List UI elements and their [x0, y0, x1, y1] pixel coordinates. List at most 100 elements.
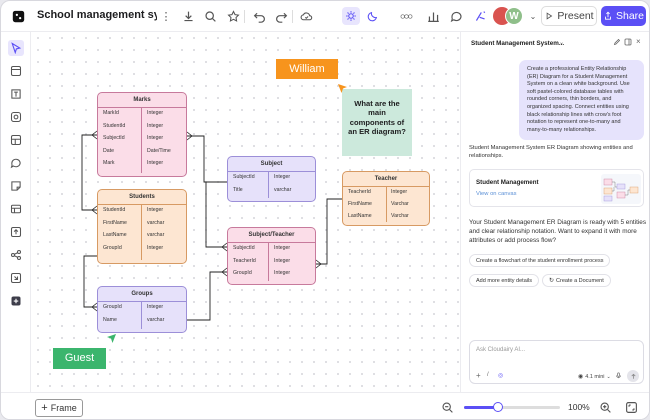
document-title[interactable]: School management sys... — [37, 9, 157, 21]
field-type: Integer — [274, 257, 291, 264]
model-icon: ◉ — [578, 374, 584, 380]
ai-tools-icon[interactable]: ◎ — [498, 372, 503, 379]
play-icon — [547, 12, 553, 20]
suggestion-chip[interactable]: Add more entity details — [469, 274, 539, 287]
table-row: GroupId Integer — [98, 242, 186, 255]
present-button[interactable]: Present — [541, 6, 597, 26]
entity-teacher[interactable]: Teacher TeacherId Integer FirstName Varcha… — [342, 171, 430, 226]
table-row: LastName varchar — [98, 229, 186, 242]
share-icon — [605, 11, 611, 20]
entity-title: Marks — [133, 97, 151, 103]
dark-theme-icon[interactable] — [364, 7, 382, 25]
plus-icon: + — [41, 402, 48, 414]
app-window: School management sys... ⋮ — [0, 0, 650, 420]
light-theme-icon[interactable] — [342, 7, 360, 25]
field-name: MarkId — [103, 110, 119, 116]
entity-marks[interactable]: Marks MarkId Integer StudentId Integer Sub… — [97, 92, 187, 177]
template-icon[interactable] — [8, 132, 24, 148]
table-row: LastName Varchar — [343, 210, 429, 222]
select-cursor-icon[interactable] — [8, 40, 24, 56]
ai-assistant-icon[interactable] — [472, 8, 488, 24]
model-selector[interactable]: ◉ 4.1 mini ⌄ — [578, 373, 611, 381]
field-name: Name — [103, 316, 117, 323]
zoom-in-icon[interactable] — [597, 399, 613, 415]
undo-icon[interactable] — [251, 8, 267, 24]
chat-input[interactable]: Ask Cloudairy AI... — [476, 347, 525, 353]
more-options-icon[interactable]: ⋮ — [158, 8, 174, 24]
chevron-down-icon[interactable]: ⌄ — [559, 39, 564, 46]
user-avatar[interactable]: W — [505, 7, 523, 25]
star-icon[interactable] — [225, 8, 241, 24]
cloud-sync-icon[interactable] — [298, 8, 314, 24]
collaboration-icon[interactable] — [394, 8, 418, 24]
text-box-icon[interactable] — [8, 86, 24, 102]
table-row: GroupId Integer — [228, 267, 315, 280]
microphone-icon[interactable] — [615, 372, 622, 381]
sidebar-toggle-icon[interactable] — [624, 38, 632, 48]
entity-subject[interactable]: Subject SubjectId Integer Title varchar — [227, 156, 316, 202]
table-row: Title varchar — [228, 184, 315, 197]
comment-icon[interactable] — [448, 8, 464, 24]
sticky-note[interactable]: What are the main components of an ER di… — [342, 89, 412, 156]
field-type: Integer — [147, 207, 164, 213]
zoom-slider-handle[interactable] — [492, 402, 503, 412]
suggestion-chip[interactable]: ↻ Create a Document — [542, 274, 611, 287]
embed-icon[interactable] — [8, 270, 24, 286]
collaborator-cursor-label: William — [276, 59, 338, 79]
field-type: varchar — [147, 232, 165, 238]
field-type: Integer — [147, 160, 164, 166]
frame-label: Frame — [50, 403, 77, 413]
sticky-note-icon[interactable] — [8, 178, 24, 194]
left-toolbar — [1, 32, 31, 392]
plus-icon[interactable]: + — [476, 371, 481, 380]
diagram-canvas[interactable]: Marks MarkId Integer StudentId Integer Sub… — [32, 32, 459, 392]
chat-bubble-icon[interactable] — [8, 155, 24, 171]
table-row: MarkId Integer — [98, 107, 186, 120]
entity-title: Groups — [131, 291, 153, 297]
diagram-card[interactable]: Student Management View on canvas — [469, 169, 644, 207]
entity-students[interactable]: Students StudentId Integer FirstName varch… — [97, 189, 187, 264]
add-frame-button[interactable]: + Frame — [35, 399, 83, 417]
view-on-canvas-link[interactable]: View on canvas — [476, 191, 517, 197]
zoom-out-icon[interactable] — [439, 399, 455, 415]
shape-tool-icon[interactable] — [8, 109, 24, 125]
card-title: Student Management — [476, 179, 539, 186]
table-row: Name varchar — [98, 314, 186, 327]
field-name: StudentId — [103, 207, 126, 213]
send-button[interactable] — [627, 370, 639, 382]
download-icon[interactable] — [180, 8, 196, 24]
entity-title: Students — [129, 194, 155, 200]
table-row: TeacherId Integer — [343, 186, 429, 198]
edit-icon[interactable] — [613, 38, 621, 48]
zoom-slider[interactable] — [464, 402, 560, 412]
field-type: Varchar — [391, 213, 409, 219]
field-type: varchar — [274, 186, 292, 193]
frame-tool-icon[interactable] — [8, 63, 24, 79]
app-logo-icon[interactable] — [10, 8, 26, 24]
table-row: FirstName varchar — [98, 217, 186, 230]
entity-groups[interactable]: Groups GroupId Integer Name varchar — [97, 286, 187, 333]
analytics-icon[interactable] — [425, 8, 441, 24]
add-plugin-icon[interactable] — [8, 293, 24, 309]
close-icon[interactable]: × — [636, 37, 641, 46]
table-icon[interactable] — [8, 201, 24, 217]
entity-subject-teacher[interactable]: Subject/Teacher SubjectId Integer Teacher… — [227, 227, 316, 285]
share-button[interactable]: Share — [601, 6, 646, 26]
fit-screen-icon[interactable] — [623, 399, 639, 415]
field-name: SubjectId — [103, 135, 125, 141]
upload-icon[interactable] — [8, 224, 24, 240]
table-row: StudentId Integer — [98, 204, 186, 217]
field-name: SubjectId — [233, 174, 255, 180]
line-subjectteacher-teacher — [316, 198, 342, 265]
chat-input-box[interactable]: Ask Cloudairy AI... + / ◎ ◉ 4.1 mini ⌄ — [469, 340, 644, 384]
slash-command-icon[interactable]: / — [487, 372, 489, 378]
suggestion-chip[interactable]: Create a flowchart of the student enroll… — [469, 254, 611, 267]
line-marks-students — [81, 134, 97, 211]
entity-title: Subject/Teacher — [248, 232, 295, 238]
table-row: SubjectId Integer — [228, 242, 315, 255]
search-icon[interactable] — [202, 8, 218, 24]
chevron-down-icon[interactable]: ⌄ — [525, 8, 541, 24]
connector-icon[interactable] — [8, 247, 24, 263]
redo-icon[interactable] — [273, 8, 289, 24]
table-row: TeacherId Integer — [228, 255, 315, 268]
